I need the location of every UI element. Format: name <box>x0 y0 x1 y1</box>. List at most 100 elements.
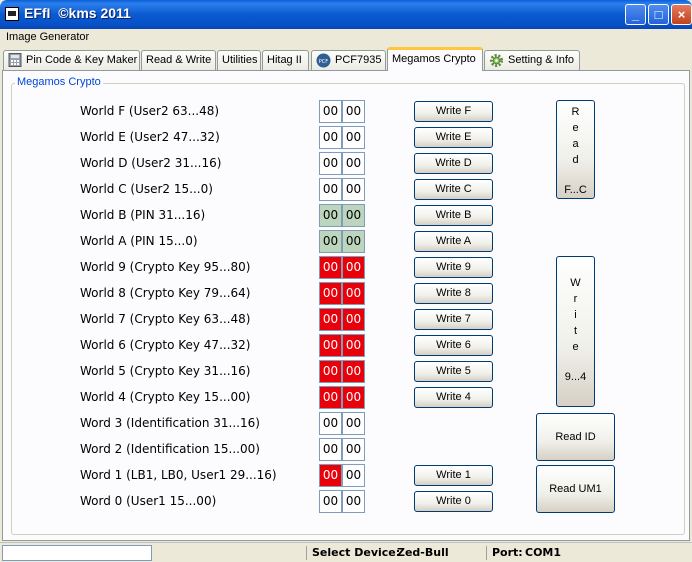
write-word-button[interactable]: Write 5 <box>414 361 493 382</box>
word-label: World 8 (Crypto Key 79...64) <box>80 286 251 300</box>
byte-high-field[interactable]: 00 <box>319 308 342 331</box>
byte-low-field[interactable]: 00 <box>342 256 365 279</box>
tab-utilities[interactable]: Utilities <box>217 50 261 70</box>
byte-high-field[interactable]: 00 <box>319 334 342 357</box>
write-word-button[interactable]: Write E <box>414 127 493 148</box>
tab-read-write[interactable]: Read & Write <box>141 50 216 70</box>
write-word-button[interactable]: Write F <box>414 101 493 122</box>
word-label: World 7 (Crypto Key 63...48) <box>80 312 251 326</box>
port-label: Port: <box>492 546 523 559</box>
byte-high-field[interactable]: 00 <box>319 230 342 253</box>
byte-low-field[interactable]: 00 <box>342 412 365 435</box>
byte-high-field[interactable]: 00 <box>319 490 342 513</box>
write-word-button[interactable]: Write 8 <box>414 283 493 304</box>
write-word-button[interactable]: Write 4 <box>414 387 493 408</box>
tab-label: PCF7935 <box>335 54 382 66</box>
write-word-button[interactable]: Write 7 <box>414 309 493 330</box>
button-label-char: t <box>573 325 578 337</box>
byte-low-field[interactable]: 00 <box>342 282 365 305</box>
button-label-range: F...C <box>564 184 587 196</box>
write-word-button[interactable]: Write 6 <box>414 335 493 356</box>
svg-text:PCF: PCF <box>319 59 329 65</box>
byte-low-field[interactable]: 00 <box>342 308 365 331</box>
byte-high-field[interactable]: 00 <box>319 152 342 175</box>
word-label: Word 3 (Identification 31...16) <box>80 416 260 430</box>
byte-high-field[interactable]: 00 <box>319 386 342 409</box>
write-word-button[interactable]: Write C <box>414 179 493 200</box>
button-label-char: a <box>572 138 579 150</box>
byte-low-field[interactable]: 00 <box>342 334 365 357</box>
status-separator <box>486 546 487 560</box>
minimize-button[interactable]: _ <box>625 4 646 25</box>
close-button[interactable]: × <box>671 4 692 25</box>
write-word-button[interactable]: Write B <box>414 205 493 226</box>
byte-high-field[interactable]: 00 <box>319 204 342 227</box>
pcf-icon: PCF <box>316 53 331 68</box>
word-label: World F (User2 63...48) <box>80 104 220 118</box>
tab-hitag-ii[interactable]: Hitag II <box>262 50 309 70</box>
byte-high-field[interactable]: 00 <box>319 438 342 461</box>
byte-high-field[interactable]: 00 <box>319 256 342 279</box>
calculator-icon <box>8 53 22 68</box>
tab-label: Pin Code & Key Maker <box>26 54 138 66</box>
byte-high-field[interactable]: 00 <box>319 100 342 123</box>
write-word-button[interactable]: Write A <box>414 231 493 252</box>
button-label-char: d <box>572 154 579 166</box>
byte-low-field[interactable]: 00 <box>342 386 365 409</box>
byte-low-field[interactable]: 00 <box>342 490 365 513</box>
write-word-button[interactable]: Write 9 <box>414 257 493 278</box>
button-label-char: e <box>572 341 579 353</box>
maximize-button[interactable]: □ <box>648 4 669 25</box>
button-label-char: R <box>571 106 580 118</box>
byte-low-field[interactable]: 00 <box>342 204 365 227</box>
button-label-char: e <box>572 122 579 134</box>
byte-high-field[interactable]: 00 <box>319 126 342 149</box>
tab-label: Setting & Info <box>508 54 575 66</box>
word-label: World B (PIN 31...16) <box>80 208 206 222</box>
tab-label: Utilities <box>222 54 258 66</box>
byte-high-field[interactable]: 00 <box>319 464 342 487</box>
byte-low-field[interactable]: 00 <box>342 152 365 175</box>
tab-megamos-crypto[interactable]: Megamos Crypto <box>387 47 483 71</box>
status-separator <box>306 546 307 560</box>
read-id-button[interactable]: Read ID <box>536 413 615 461</box>
tab-pcf7935[interactable]: PCF PCF7935 <box>311 50 386 70</box>
word-label: World D (User2 31...16) <box>80 156 222 170</box>
button-label-range: 9...4 <box>564 371 587 383</box>
window-title: EFfI ©kms 2011 <box>24 5 131 21</box>
word-label: World 6 (Crypto Key 47...32) <box>80 338 251 352</box>
read-um1-button[interactable]: Read UM1 <box>536 465 615 513</box>
byte-low-field[interactable]: 00 <box>342 100 365 123</box>
tab-setting-info[interactable]: Setting & Info <box>484 50 580 70</box>
word-label: World 4 (Crypto Key 15...00) <box>80 390 251 404</box>
tab-pin-code-key-maker[interactable]: Pin Code & Key Maker <box>3 50 140 70</box>
byte-high-field[interactable]: 00 <box>319 282 342 305</box>
byte-low-field[interactable]: 00 <box>342 438 365 461</box>
word-label: Word 0 (User1 15...00) <box>80 494 217 508</box>
menu-image-generator[interactable]: Image Generator <box>6 31 89 43</box>
byte-low-field[interactable]: 00 <box>342 126 365 149</box>
word-label: Word 1 (LB1, LB0, User1 29...16) <box>80 468 277 482</box>
device-value: Zed-Bull <box>397 546 449 559</box>
tab-panel: Megamos Crypto World F (User2 63...48) 00… <box>2 70 690 541</box>
byte-high-field[interactable]: 00 <box>319 412 342 435</box>
byte-high-field[interactable]: 00 <box>319 178 342 201</box>
byte-low-field[interactable]: 00 <box>342 230 365 253</box>
byte-low-field[interactable]: 00 <box>342 464 365 487</box>
button-label-char: W <box>570 277 581 289</box>
write-word-button[interactable]: Write 1 <box>414 465 493 486</box>
byte-low-field[interactable]: 00 <box>342 360 365 383</box>
menu-bar: Image Generator <box>0 29 692 47</box>
group-title: Megamos Crypto <box>15 76 103 88</box>
write-word-button[interactable]: Write 0 <box>414 491 493 512</box>
button-label-char: i <box>574 309 577 321</box>
byte-low-field[interactable]: 00 <box>342 178 365 201</box>
write-9-4-button[interactable]: W r i t e 9...4 <box>556 256 595 407</box>
write-word-button[interactable]: Write D <box>414 153 493 174</box>
tab-strip: Pin Code & Key Maker Read & Write Utilit… <box>0 47 692 71</box>
status-bar: Select Device: Zed-Bull Port: COM1 <box>0 542 692 562</box>
word-label: World C (User2 15...0) <box>80 182 213 196</box>
read-f-c-button[interactable]: R e a d F...C <box>556 100 595 199</box>
tab-label: Megamos Crypto <box>392 53 476 65</box>
byte-high-field[interactable]: 00 <box>319 360 342 383</box>
